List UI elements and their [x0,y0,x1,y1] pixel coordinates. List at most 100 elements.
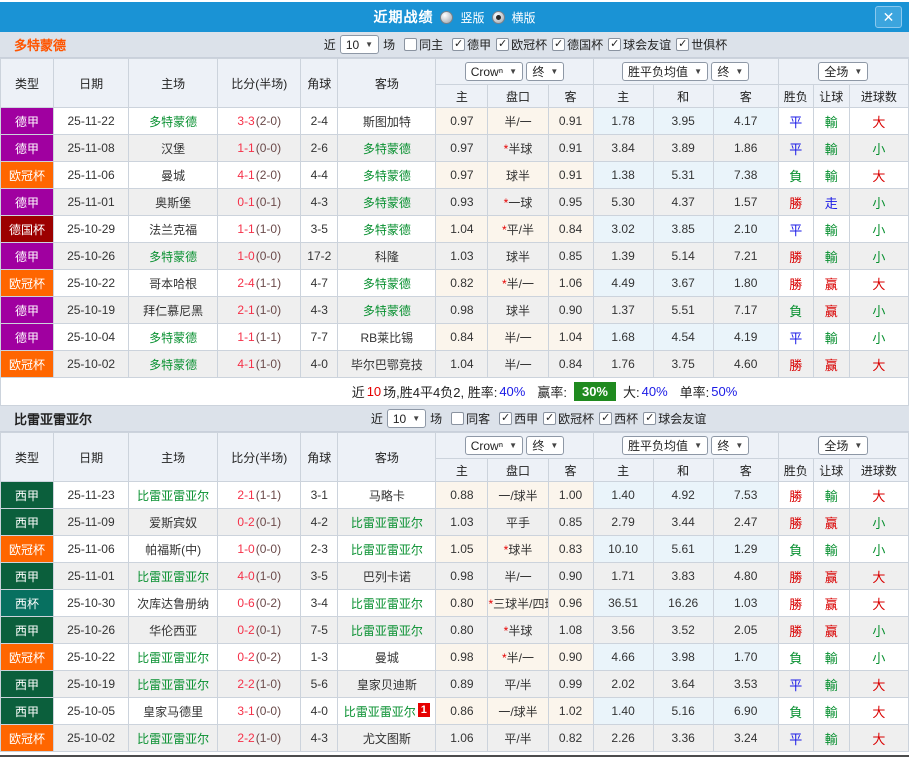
match-count-select[interactable]: 10 ▼ [386,409,427,428]
avg-draw-odds: 3.44 [652,508,714,536]
odds-away: 0.85 [547,242,594,270]
avg-home-odds: 1.76 [592,350,654,378]
section-header-dortmund: 多特蒙德 近 10 ▼ 场 同主 ✓ 德甲 ✓ 欧冠杯 ✓ 德国杯 ✓ 球会友谊 ✓ 世俱杯 [0,32,909,58]
summary-count: 10 [366,384,382,399]
score: 0-2(0-1) [217,616,302,644]
home-team: 奥斯堡 [128,188,219,216]
home-team: 多特蒙德 [128,323,219,351]
league-badge: 西甲 [0,670,55,698]
checkbox-checked-icon[interactable]: ✓ [599,412,613,425]
half-score: (0-0) [255,542,282,556]
league-filter[interactable]: ✓ 西甲 [499,410,538,427]
match-count-select[interactable]: 10 ▼ [339,35,380,54]
odds-home: 1.04 [435,350,489,378]
league-badge: 欧冠杯 [0,350,55,378]
avg-time-select[interactable]: 终 ▼ [711,62,750,81]
match-row: 德甲 25-11-08 汉堡 1-1(0-0) 2-6 多特蒙德 0.97 *半球 0.91 3.… [0,134,909,162]
star-icon: * [501,276,507,291]
home-team: 爱斯宾奴 [128,508,219,536]
avg-odds-select[interactable]: 胜平负均值 ▼ [622,436,708,455]
home-team: 拜仁慕尼黑 [128,296,219,324]
checkbox-checked-icon[interactable]: ✓ [543,412,557,425]
scope-select[interactable]: 全场 ▼ [818,62,869,81]
league-filter[interactable]: ✓ 球会友谊 [643,410,706,427]
match-row: 德甲 25-11-22 多特蒙德 3-3(2-0) 2-4 斯图加特 0.97 半/一 0.91… [0,107,909,135]
checkbox-checked-icon[interactable]: ✓ [608,38,622,51]
league-filter[interactable]: ✓ 欧冠杯 [543,410,594,427]
radio-horizontal-label[interactable]: 横版 [512,9,536,26]
corners: 4-0 [300,350,339,378]
corners: 4-2 [300,508,339,536]
checkbox-checked-icon[interactable]: ✓ [499,412,513,425]
league-filter[interactable]: ✓ 西杯 [599,410,638,427]
score: 4-0(1-0) [217,562,302,590]
corners: 3-4 [300,589,339,617]
avg-draw-odds: 3.83 [652,562,714,590]
avg-draw-odds: 3.67 [652,269,714,297]
odds-time-select[interactable]: 终 ▼ [526,435,565,455]
league-filter[interactable]: ✓ 世俱杯 [676,36,727,53]
corners: 2-3 [300,535,339,563]
match-row: 欧冠杯 25-10-02 多特蒙德 4-1(1-0) 4-0 毕尔巴鄂竞技 1.04 半/一 0… [0,350,909,378]
scope-select[interactable]: 全场 ▼ [818,436,869,455]
same-venue-filter[interactable]: 同主 [404,36,443,53]
checkbox-checked-icon[interactable]: ✓ [452,38,466,51]
outcome-goals: 小 [848,535,909,563]
league-filter[interactable]: ✓ 德甲 [452,36,491,53]
avg-home-odds: 3.84 [592,134,654,162]
odds-home: 0.89 [435,670,489,698]
avg-away-odds: 4.19 [712,323,779,351]
radio-horizontal-icon[interactable] [491,10,505,24]
avg-home-odds: 4.49 [592,269,654,297]
checkbox-unchecked-icon[interactable] [451,412,465,425]
handicap: 球半 [487,242,549,270]
scope-header: 全场 ▼ [777,58,909,85]
corners: 4-3 [300,188,339,216]
avg-time-select[interactable]: 终 ▼ [711,436,750,455]
close-icon[interactable]: ✕ [875,6,902,28]
corners: 4-7 [300,269,339,297]
checkbox-checked-icon[interactable]: ✓ [643,412,657,425]
match-row: 德国杯 25-10-29 法兰克福 1-1(1-0) 3-5 多特蒙德 1.04 *平/半 0.… [0,215,909,243]
checkbox-unchecked-icon[interactable] [404,38,418,51]
outcome-handicap: 輸 [812,134,850,162]
same-venue-label: 同客 [466,412,491,426]
odds-away: 1.02 [547,697,594,725]
outcome-result: 勝 [777,242,814,270]
score: 4-1(2-0) [217,161,302,189]
radio-vertical-label[interactable]: 竖版 [460,9,484,26]
outcome-goals: 大 [848,269,909,297]
same-venue-label: 同主 [419,38,444,52]
odds-time-select[interactable]: 终 ▼ [526,61,565,81]
avg-draw-odds: 5.51 [652,296,714,324]
league-filter[interactable]: ✓ 欧冠杯 [496,36,547,53]
bookmaker-select[interactable]: Crowⁿ ▼ [464,436,523,456]
same-venue-filter[interactable]: 同客 [451,410,490,427]
full-score: 1-1 [237,330,255,344]
match-date: 25-11-06 [53,161,130,189]
handicap: 半/一 [487,107,549,135]
matches-table-villarreal: 类型 日期 主场 比分(半场) 角球 客场 Crowⁿ ▼ 终 ▼ 胜平负均值 ▼ 终… [0,432,909,752]
checkbox-checked-icon[interactable]: ✓ [496,38,510,51]
col-header-home: 主场 [128,58,219,108]
col-header-corner: 角球 [300,432,339,482]
handicap: 球半 [487,296,549,324]
league-filter[interactable]: ✓ 球会友谊 [608,36,671,53]
league-filter[interactable]: ✓ 德国杯 [552,36,603,53]
summary-big-label: 大: [623,385,640,400]
checkbox-checked-icon[interactable]: ✓ [676,38,690,51]
odds-away: 0.90 [547,562,594,590]
avg-odds-header: 胜平负均值 ▼ 终 ▼ [592,432,779,459]
handicap: 一/球半 [487,481,549,509]
score: 4-1(1-0) [217,350,302,378]
league-filter-label: 球会友谊 [623,38,672,52]
away-team: 比雷亚雷亚尔 [337,616,437,644]
radio-vertical-icon[interactable] [440,10,454,24]
outcome-handicap: 赢 [812,562,850,590]
half-score: (1-0) [255,357,282,371]
away-team: 比雷亚雷亚尔 [337,535,437,563]
subcol-goals: 进球数 [848,458,909,482]
bookmaker-select[interactable]: Crowⁿ ▼ [464,62,523,82]
avg-odds-select[interactable]: 胜平负均值 ▼ [622,62,708,81]
checkbox-checked-icon[interactable]: ✓ [552,38,566,51]
